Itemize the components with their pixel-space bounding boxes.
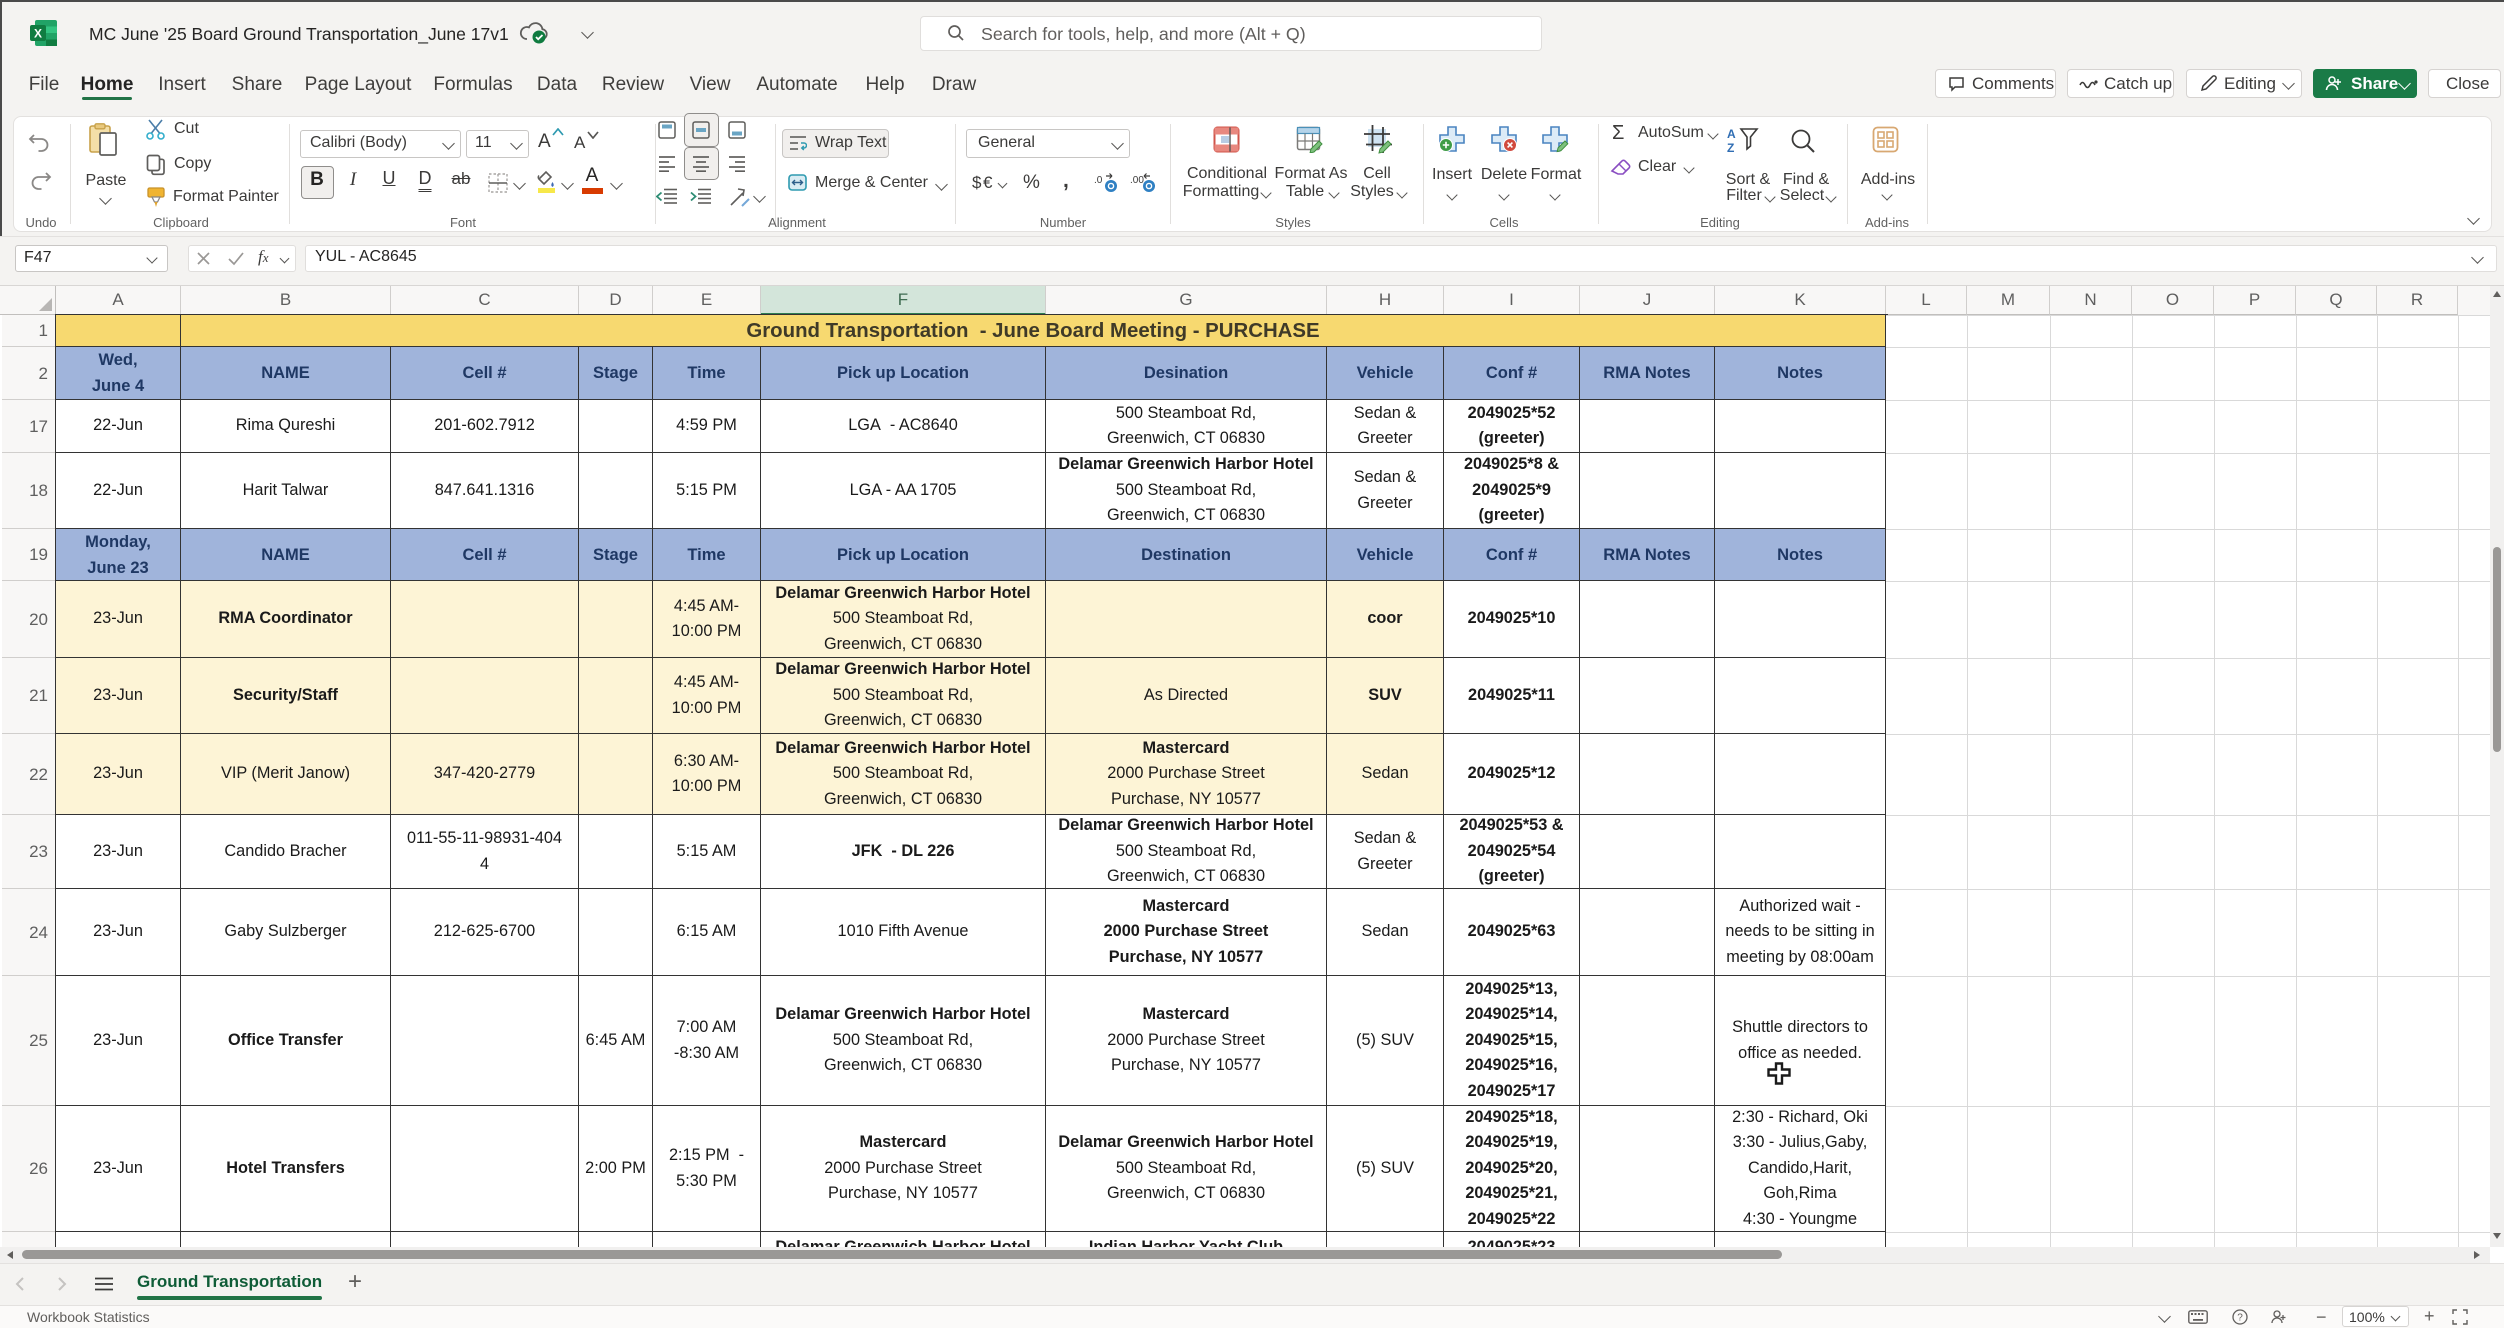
svg-text:A: A bbox=[1727, 127, 1736, 141]
svg-text:X: X bbox=[34, 27, 42, 41]
svg-text:Z: Z bbox=[1727, 141, 1734, 155]
svg-text:?: ? bbox=[2237, 1313, 2243, 1324]
svg-text:.00: .00 bbox=[1130, 175, 1144, 186]
svg-text:.0: .0 bbox=[1094, 175, 1103, 186]
